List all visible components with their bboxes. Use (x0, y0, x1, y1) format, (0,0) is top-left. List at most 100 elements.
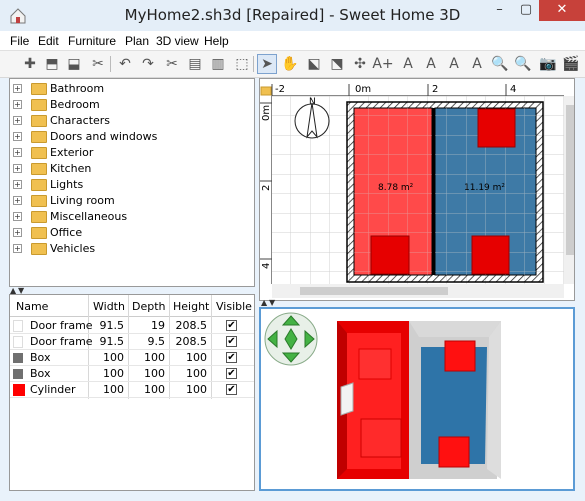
column-header-visible[interactable]: Visible (216, 300, 252, 313)
visible-checkbox[interactable]: ✔ (226, 336, 237, 347)
visible-checkbox[interactable]: ✔ (226, 368, 237, 379)
ruler-label: 4 (510, 84, 516, 95)
right-wall (487, 321, 501, 479)
new-home-icon[interactable]: ✚ (20, 54, 40, 74)
column-header-height[interactable]: Height (173, 300, 209, 313)
folder-icon (31, 195, 47, 207)
cell-depth: 100 (144, 367, 165, 380)
text-style-icon[interactable]: A (398, 54, 418, 74)
red-box-3d[interactable] (438, 436, 470, 468)
table-row[interactable]: Cylinder 100 100 100 ✔ (10, 382, 254, 398)
expand-icon[interactable]: + (13, 132, 22, 141)
expand-icon[interactable]: + (13, 100, 22, 109)
menu-3d-view[interactable]: 3D view (156, 34, 199, 48)
maximize-button[interactable]: ▢ (513, 0, 539, 21)
table-row[interactable]: Box 100 100 100 ✔ (10, 366, 254, 382)
text-italic-icon[interactable]: A (444, 54, 464, 74)
horizontal-scrollbar-thumb[interactable] (300, 287, 448, 295)
red-box-top[interactable] (358, 348, 392, 380)
expand-icon[interactable]: + (13, 116, 22, 125)
catalog-item-vehicles[interactable]: + Vehicles (10, 241, 250, 257)
zoom-out-icon[interactable]: 🔍 (513, 54, 533, 74)
ruler-top (260, 79, 574, 96)
catalog-item-bedroom[interactable]: + Bedroom (10, 97, 250, 113)
collapse-up-icon[interactable]: ▲ (261, 298, 267, 307)
cell-name: Box (30, 367, 51, 380)
preferences-icon[interactable]: ✂ (88, 54, 108, 74)
catalog-item-characters[interactable]: + Characters (10, 113, 250, 129)
red-cylinder-3d[interactable] (360, 418, 402, 458)
column-header-name[interactable]: Name (16, 300, 48, 313)
catalog-item-living-room[interactable]: + Living room (10, 193, 250, 209)
cell-height: 100 (186, 351, 207, 364)
plan-level-icon[interactable] (260, 86, 272, 96)
catalog-item-office[interactable]: + Office (10, 225, 250, 241)
video-icon[interactable]: 🎬 (561, 54, 581, 74)
visible-checkbox[interactable]: ✔ (226, 352, 237, 363)
expand-icon[interactable]: + (13, 84, 22, 93)
menu-edit[interactable]: Edit (38, 34, 59, 48)
create-rooms-icon[interactable]: ⬔ (327, 54, 347, 74)
plan-view[interactable]: -2 0m 2 4 0m 2 4 N 8.78 m² 11.19 m² (259, 78, 575, 301)
visible-checkbox[interactable]: ✔ (226, 384, 237, 395)
visible-checkbox[interactable]: ✔ (226, 320, 237, 331)
expand-icon[interactable]: + (13, 196, 22, 205)
expand-icon[interactable]: + (13, 180, 22, 189)
3d-canvas[interactable] (261, 309, 573, 489)
door-frame-3d (340, 382, 354, 416)
catalog-item-kitchen[interactable]: + Kitchen (10, 161, 250, 177)
open-icon[interactable]: ⬒ (42, 54, 62, 74)
expand-icon[interactable]: + (13, 164, 22, 173)
add-text-icon[interactable]: A+ (372, 54, 393, 74)
photo-icon[interactable]: 📷 (538, 54, 558, 74)
plan-splitter[interactable]: ▲ ▼ (261, 298, 301, 307)
minimize-button[interactable]: – (486, 0, 513, 21)
partition-wall[interactable] (432, 108, 435, 275)
collapse-down-icon[interactable]: ▼ (269, 298, 275, 307)
table-row[interactable]: Door frame 91.5 9.5 208.5 ✔ (10, 334, 254, 350)
column-header-depth[interactable]: Depth (132, 300, 166, 313)
folder-icon (31, 179, 47, 191)
redo-icon[interactable]: ↷ (138, 54, 158, 74)
text-size-icon[interactable]: A (467, 54, 487, 74)
catalog-item-miscellaneous[interactable]: + Miscellaneous (10, 209, 250, 225)
ruler-label: 2 (432, 84, 438, 95)
paste-icon[interactable]: ▥ (208, 54, 228, 74)
zoom-in-icon[interactable]: 🔍 (490, 54, 510, 74)
add-furniture-icon[interactable]: ⬚ (232, 54, 252, 74)
expand-icon[interactable]: + (13, 244, 22, 253)
catalog-item-lights[interactable]: + Lights (10, 177, 250, 193)
close-button[interactable]: ✕ (539, 0, 585, 21)
table-row[interactable]: Door frame 91.5 19 208.5 ✔ (10, 318, 254, 334)
expand-icon[interactable]: + (13, 228, 22, 237)
create-dimensions-icon[interactable]: ✣ (350, 54, 370, 74)
cell-name: Door frame (30, 319, 93, 332)
menu-file[interactable]: File (10, 34, 29, 48)
pan-mode-icon[interactable]: ✋ (280, 54, 300, 74)
cylinder-furniture[interactable] (370, 235, 410, 275)
menu-help[interactable]: Help (204, 34, 229, 48)
expand-icon[interactable]: + (13, 212, 22, 221)
copy-icon[interactable]: ▤ (185, 54, 205, 74)
table-row[interactable]: Box 100 100 100 ✔ (10, 350, 254, 366)
select-mode-icon[interactable]: ➤ (257, 54, 277, 74)
menu-furniture[interactable]: Furniture (68, 34, 116, 48)
box-furniture[interactable] (471, 235, 510, 275)
3d-view[interactable] (259, 307, 575, 491)
room-area-label: 11.19 m² (464, 183, 505, 193)
catalog-item-doors-and-windows[interactable]: + Doors and windows (10, 129, 250, 145)
box-furniture[interactable] (477, 108, 516, 148)
create-walls-icon[interactable]: ⬕ (304, 54, 324, 74)
expand-icon[interactable]: + (13, 148, 22, 157)
column-header-width[interactable]: Width (93, 300, 125, 313)
text-bold-icon[interactable]: A (421, 54, 441, 74)
catalog-item-bathroom[interactable]: + Bathroom (10, 81, 250, 97)
vertical-scrollbar-thumb[interactable] (566, 105, 574, 255)
cut-icon[interactable]: ✂ (162, 54, 182, 74)
save-icon[interactable]: ⬓ (64, 54, 84, 74)
menu-plan[interactable]: Plan (125, 34, 149, 48)
plan-canvas[interactable]: -2 0m 2 4 0m 2 4 N 8.78 m² 11.19 m² (260, 79, 575, 301)
red-box-3d[interactable] (444, 340, 476, 372)
undo-icon[interactable]: ↶ (115, 54, 135, 74)
catalog-item-exterior[interactable]: + Exterior (10, 145, 250, 161)
